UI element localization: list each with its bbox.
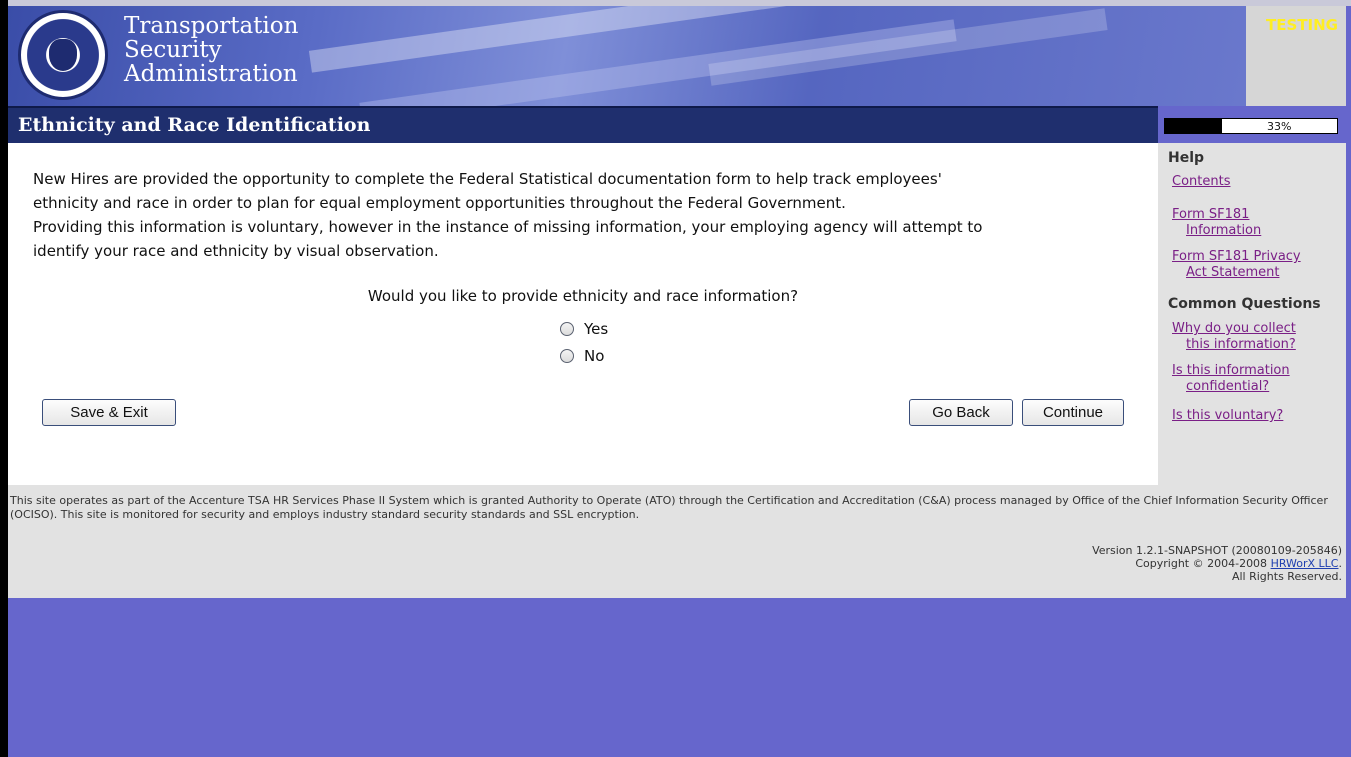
intro-text: New Hires are provided the opportunity t… (33, 167, 1123, 263)
question-text: Would you like to provide ethnicity and … (367, 287, 799, 305)
no-radio[interactable] (560, 349, 574, 363)
link-text[interactable]: Information (1172, 223, 1342, 239)
link-text[interactable]: Contents (1172, 174, 1230, 189)
intro-line: identify your race and ethnicity by visu… (33, 242, 439, 260)
copyright-text: Copyright © 2004-2008 HRWorX LLC. (1092, 557, 1342, 570)
link-text[interactable]: Why do you collect (1172, 321, 1296, 336)
agency-name: Transportation Security Administration (124, 14, 298, 86)
no-label[interactable]: No (584, 347, 604, 365)
agency-name-line: Administration (124, 61, 298, 87)
continue-button[interactable]: Continue (1022, 399, 1124, 426)
intro-line: Providing this information is voluntary,… (33, 218, 983, 236)
link-text[interactable]: Act Statement (1172, 265, 1342, 281)
go-back-button[interactable]: Go Back (909, 399, 1013, 426)
link-text[interactable]: confidential? (1172, 379, 1342, 395)
voluntary-link[interactable]: Is this voluntary? (1172, 408, 1342, 424)
version-text: Version 1.2.1-SNAPSHOT (20080109-205846) (1092, 544, 1342, 557)
progress-bar: 33% (1164, 118, 1338, 134)
option-no[interactable]: No (560, 347, 604, 365)
save-exit-button[interactable]: Save & Exit (42, 399, 176, 426)
agency-name-line: Security (124, 37, 222, 63)
confidential-link[interactable]: Is this information confidential? (1172, 363, 1342, 395)
sf181-information-link[interactable]: Form SF181 Information (1172, 207, 1342, 239)
progress-fill (1165, 119, 1222, 133)
yes-label[interactable]: Yes (584, 320, 608, 338)
link-text[interactable]: this information? (1172, 337, 1342, 353)
intro-line: New Hires are provided the opportunity t… (33, 170, 942, 188)
link-text[interactable]: Is this voluntary? (1172, 408, 1283, 423)
help-contents-link[interactable]: Contents (1172, 174, 1342, 190)
copyright-suffix: . (1338, 557, 1343, 570)
common-questions-heading: Common Questions (1168, 296, 1321, 312)
page-title: Ethnicity and Race Identification (18, 114, 371, 136)
eagle-icon (49, 39, 77, 71)
header-banner: Transportation Security Administration (8, 6, 1246, 106)
link-text[interactable]: Is this information (1172, 363, 1290, 378)
window-left-border (0, 0, 8, 757)
security-notice: This site operates as part of the Accent… (10, 494, 1328, 521)
page-title-bar: Ethnicity and Race Identification (8, 106, 1158, 143)
option-yes[interactable]: Yes (560, 320, 608, 338)
help-heading: Help (1168, 150, 1205, 166)
rights-text: All Rights Reserved. (1231, 570, 1342, 583)
copyright-prefix: Copyright © 2004-2008 (1135, 557, 1271, 570)
link-text[interactable]: Form SF181 Privacy (1172, 249, 1301, 264)
agency-name-line: Transportation (124, 13, 299, 39)
intro-line: ethnicity and race in order to plan for … (33, 194, 846, 212)
sf181-privacy-link[interactable]: Form SF181 Privacy Act Statement (1172, 249, 1342, 281)
testing-badge: TESTING (1266, 16, 1338, 34)
yes-radio[interactable] (560, 322, 574, 336)
main-content: New Hires are provided the opportunity t… (8, 143, 1158, 485)
footer: This site operates as part of the Accent… (8, 485, 1346, 598)
link-text[interactable]: Form SF181 (1172, 207, 1249, 222)
progress-label: 33% (1267, 120, 1292, 133)
dhs-seal-icon (18, 10, 108, 100)
help-sidebar: Help Contents Form SF181 Information For… (1158, 143, 1346, 485)
why-collect-link[interactable]: Why do you collect this information? (1172, 321, 1342, 353)
environment-panel: TESTING (1246, 6, 1346, 106)
version-info: Version 1.2.1-SNAPSHOT (20080109-205846)… (1092, 544, 1342, 583)
hrworx-link[interactable]: HRWorX LLC (1271, 557, 1339, 570)
